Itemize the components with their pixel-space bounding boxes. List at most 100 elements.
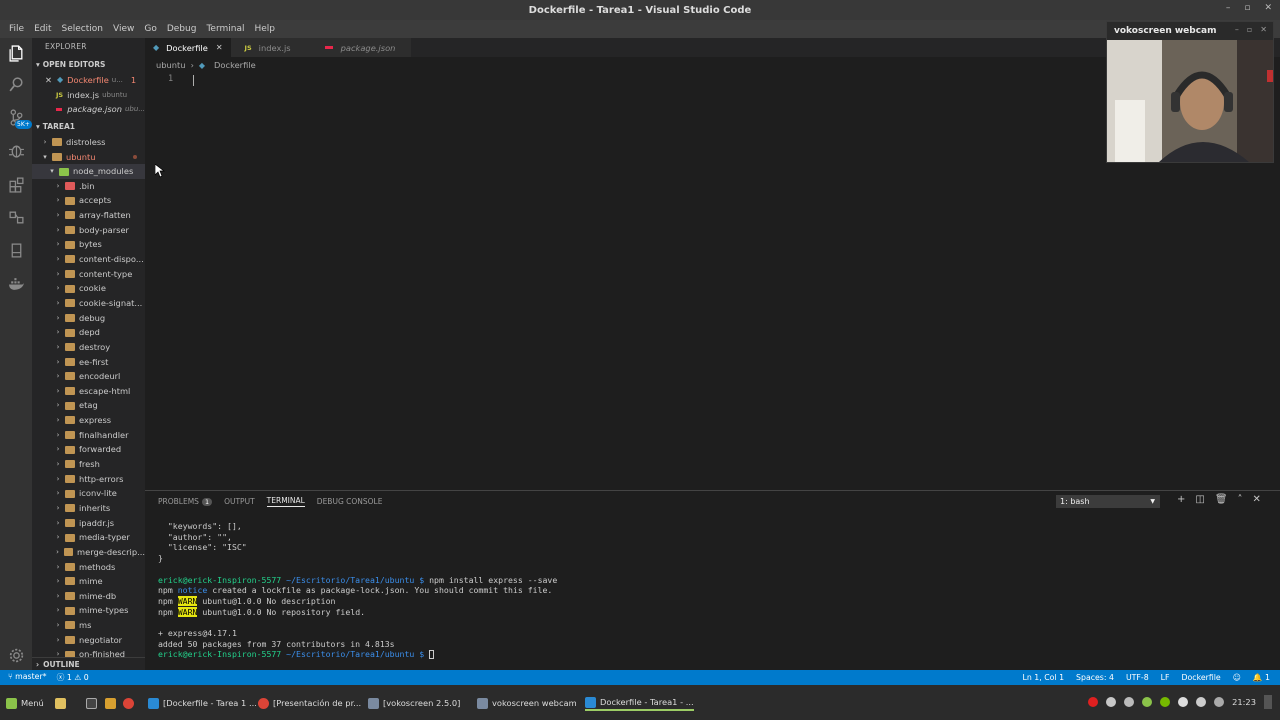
tree-item-body-parser[interactable]: › body-parser xyxy=(32,223,145,238)
open-editor-dockerfile[interactable]: ✕ ◆ Dockerfile u... 1 xyxy=(32,73,145,88)
tree-item-accepts[interactable]: › accepts xyxy=(32,193,145,208)
task-chrome[interactable]: [Presentación de pr... xyxy=(258,695,361,711)
tree-item-media-typer[interactable]: › media-typer xyxy=(32,530,145,545)
bluetooth-icon[interactable] xyxy=(1124,697,1135,707)
notifications[interactable]: 🔔 1 xyxy=(1253,673,1270,682)
menu-edit[interactable]: Edit xyxy=(29,24,56,34)
close-icon[interactable]: ✕ xyxy=(216,43,223,52)
tree-item-etag[interactable]: › etag xyxy=(32,398,145,413)
menu-help[interactable]: Help xyxy=(249,24,280,34)
book-icon[interactable] xyxy=(0,235,32,265)
close-icon[interactable]: ✕ xyxy=(1264,3,1272,13)
maximize-icon[interactable]: ▫ xyxy=(1247,25,1252,34)
settings-gear-icon[interactable] xyxy=(0,640,32,670)
tree-item-forwarded[interactable]: › forwarded xyxy=(32,442,145,457)
tree-item-content-type[interactable]: › content-type xyxy=(32,267,145,282)
task-webcam[interactable]: vokoscreen webcam xyxy=(477,695,577,711)
tab-output[interactable]: OUTPUT xyxy=(224,497,255,506)
tree-item-ipaddr-js[interactable]: › ipaddr.js xyxy=(32,516,145,531)
tree-item-escape-html[interactable]: › escape-html xyxy=(32,384,145,399)
webcam-window[interactable]: vokoscreen webcam – ▫ ✕ xyxy=(1106,21,1274,163)
outline-section[interactable]: › OUTLINE xyxy=(32,657,145,670)
start-menu-button[interactable]: Menú xyxy=(6,695,44,711)
menu-terminal[interactable]: Terminal xyxy=(201,24,249,34)
close-icon[interactable]: ✕ xyxy=(1260,25,1267,34)
task-vscode-active[interactable]: Dockerfile - Tarea1 - ... xyxy=(585,695,694,711)
tree-item-mime[interactable]: › mime xyxy=(32,574,145,589)
task-vscode-1[interactable]: [Dockerfile - Tarea 1 ... xyxy=(148,695,257,711)
tree-item-destroy[interactable]: › destroy xyxy=(32,340,145,355)
tree-item-array-flatten[interactable]: › array-flatten xyxy=(32,208,145,223)
encoding[interactable]: UTF-8 xyxy=(1126,673,1149,682)
indentation[interactable]: Spaces: 4 xyxy=(1076,673,1114,682)
battery-icon[interactable] xyxy=(1214,697,1225,707)
tab-problems[interactable]: PROBLEMS 1 xyxy=(158,497,213,506)
tree-item-bytes[interactable]: › bytes xyxy=(32,237,145,252)
line-ending[interactable]: LF xyxy=(1161,673,1170,682)
tree-item-http-errors[interactable]: › http-errors xyxy=(32,472,145,487)
breadcrumb-file[interactable]: Dockerfile xyxy=(214,60,256,70)
tree-item-iconv-lite[interactable]: › iconv-lite xyxy=(32,486,145,501)
shield-icon[interactable] xyxy=(1106,697,1117,707)
tree-item-express[interactable]: › express xyxy=(32,413,145,428)
tree-item-content-dispo[interactable]: › content-dispo... xyxy=(32,252,145,267)
chrome-launcher-icon[interactable] xyxy=(123,695,134,711)
tree-item-inherits[interactable]: › inherits xyxy=(32,501,145,516)
open-editors-section[interactable]: ▾ OPEN EDITORS xyxy=(32,56,145,73)
task-vokoscreen[interactable]: [vokoscreen 2.5.0] xyxy=(368,695,460,711)
close-icon[interactable]: ✕ xyxy=(1253,494,1261,505)
close-icon[interactable]: ✕ xyxy=(45,73,52,88)
menu-selection[interactable]: Selection xyxy=(57,24,108,34)
tab-package-json[interactable]: package.json xyxy=(310,38,412,57)
split-icon[interactable]: ◫ xyxy=(1195,494,1204,505)
volume-icon[interactable] xyxy=(1196,697,1207,707)
show-desktop-button[interactable] xyxy=(1264,695,1272,709)
explorer-icon[interactable] xyxy=(0,38,32,68)
tree-item-mime-types[interactable]: › mime-types xyxy=(32,603,145,618)
docker-icon[interactable] xyxy=(0,269,32,299)
tree-item-fresh[interactable]: › fresh xyxy=(32,457,145,472)
debug-icon[interactable] xyxy=(0,135,32,165)
menu-debug[interactable]: Debug xyxy=(162,24,202,34)
menu-view[interactable]: View xyxy=(108,24,139,34)
menu-go[interactable]: Go xyxy=(139,24,161,34)
cursor-position[interactable]: Ln 1, Col 1 xyxy=(1023,673,1065,682)
open-editor-package-json[interactable]: package.json ubu... xyxy=(32,102,145,117)
problems-indicator[interactable]: ⓧ 1 ⚠ 0 xyxy=(57,672,89,683)
folder-launcher-icon[interactable] xyxy=(55,695,66,711)
folder-node-modules[interactable]: ▾ node_modules xyxy=(32,164,145,179)
minimize-icon[interactable]: – xyxy=(1235,25,1239,34)
files-launcher-icon[interactable] xyxy=(105,695,116,711)
minimize-icon[interactable]: – xyxy=(1226,3,1231,13)
tree-item-debug[interactable]: › debug xyxy=(32,311,145,326)
terminal-output[interactable]: "keywords": [], "author": "", "license":… xyxy=(158,521,557,660)
tab-index-js[interactable]: JS index.js xyxy=(230,38,311,57)
tree-item-methods[interactable]: › methods xyxy=(32,560,145,575)
remote-icon[interactable] xyxy=(0,202,32,232)
breadcrumb-folder[interactable]: ubuntu xyxy=(156,60,186,70)
terminal-launcher-icon[interactable] xyxy=(86,695,97,711)
maximize-icon[interactable]: ▫ xyxy=(1244,3,1250,13)
nvidia-icon[interactable] xyxy=(1160,697,1171,707)
extensions-icon[interactable] xyxy=(0,169,32,199)
tree-item-negotiator[interactable]: › negotiator xyxy=(32,633,145,648)
tree-item-cookie-signat[interactable]: › cookie-signat... xyxy=(32,296,145,311)
terminal-select[interactable]: 1: bash ▼ xyxy=(1056,495,1160,508)
tab-dockerfile[interactable]: ◆ Dockerfile ✕ xyxy=(145,38,231,57)
open-editor-index-js[interactable]: JS index.js ubuntu xyxy=(32,88,145,103)
tree-item-encodeurl[interactable]: › encodeurl xyxy=(32,369,145,384)
trash-icon[interactable]: 🗑 xyxy=(1215,494,1228,505)
clock[interactable]: 21:23 xyxy=(1232,697,1256,707)
update-icon[interactable] xyxy=(1142,697,1153,707)
plus-icon[interactable]: + xyxy=(1177,494,1185,505)
branch-indicator[interactable]: ⑂ master* xyxy=(8,672,47,683)
source-control-icon[interactable]: 5K+ xyxy=(0,102,32,132)
menu-file[interactable]: File xyxy=(4,24,29,34)
tree-item-ee-first[interactable]: › ee-first xyxy=(32,355,145,370)
tree-item-depd[interactable]: › depd xyxy=(32,325,145,340)
chevron-up-icon[interactable]: ˄ xyxy=(1238,494,1243,505)
tab-debug-console[interactable]: DEBUG CONSOLE xyxy=(317,497,383,506)
tree-item--bin[interactable]: › .bin xyxy=(32,179,145,194)
tree-item-merge-descrip[interactable]: › merge-descrip... xyxy=(32,545,145,560)
record-icon[interactable] xyxy=(1088,697,1099,707)
